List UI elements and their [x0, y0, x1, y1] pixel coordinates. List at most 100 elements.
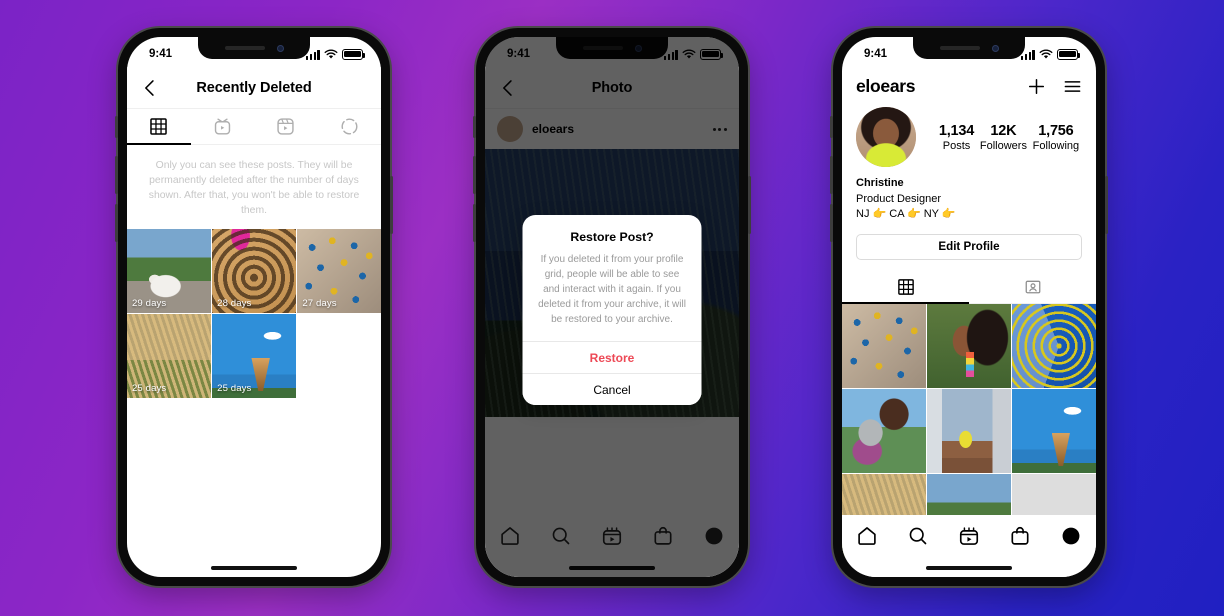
stat-value: 12K	[990, 122, 1017, 139]
profile-avatar-icon	[1062, 527, 1080, 545]
battery-icon	[342, 49, 366, 60]
dialog-body: Restore Post? If you deleted it from you…	[523, 215, 702, 341]
notch	[198, 37, 310, 59]
avatar[interactable]	[856, 107, 916, 167]
stories-circle-icon	[341, 118, 358, 135]
chevron-left-icon[interactable]	[140, 78, 160, 98]
home-indicator	[211, 566, 297, 570]
grid-post[interactable]: 25 days	[212, 314, 296, 399]
volume-down-button	[473, 204, 476, 242]
mute-switch	[115, 116, 118, 138]
grid-post[interactable]	[1012, 303, 1096, 388]
recently-deleted-notice: Only you can see these posts. They will …	[148, 160, 360, 217]
profile-stats: 1,134 Posts 12K Followers 1,756 Following	[930, 123, 1082, 152]
restore-post-dialog: Restore Post? If you deleted it from you…	[522, 215, 702, 405]
power-button	[390, 176, 393, 234]
search-icon	[909, 527, 927, 545]
page-title: Recently Deleted	[196, 79, 312, 96]
profile-header-actions	[1027, 77, 1082, 96]
tagged-icon	[1025, 280, 1040, 294]
grid-post[interactable]: 25 days	[127, 314, 211, 399]
phone1-screen: 9:41 Recently Deleted Only you can see t…	[127, 37, 381, 577]
profile-header: eloears	[842, 67, 1096, 101]
stat-value: 1,134	[938, 122, 975, 139]
tab-tagged[interactable]	[969, 271, 1096, 303]
screenshot-stage: 9:41 Recently Deleted Only you can see t…	[0, 0, 1224, 616]
home-indicator	[926, 566, 1012, 570]
tabbar-item-profile[interactable]	[1045, 525, 1096, 547]
status-indicators	[305, 49, 366, 60]
tab-reels[interactable]	[254, 109, 318, 144]
wifi-icon	[324, 49, 338, 59]
tab-grid[interactable]	[842, 271, 969, 304]
wifi-icon	[1039, 49, 1053, 59]
tabbar-item-shop[interactable]	[994, 525, 1045, 547]
profile-stat-followers[interactable]: 12K Followers	[980, 123, 1027, 152]
power-button	[1105, 176, 1108, 234]
dialog-title: Restore Post?	[570, 230, 654, 244]
battery-icon	[1057, 49, 1081, 60]
stat-label: Posts	[942, 139, 971, 152]
grid-post[interactable]: 29 days	[127, 229, 211, 313]
profile-summary-row: 1,134 Posts 12K Followers 1,756 Following	[842, 101, 1096, 167]
volume-up-button	[115, 156, 118, 194]
grid-icon	[150, 118, 168, 135]
status-time: 9:41	[864, 48, 888, 60]
phone3-screen: 9:41 eloears 1,134 Posts 12K Followers 1…	[842, 37, 1096, 577]
grid-post[interactable]	[842, 303, 926, 388]
profile-stat-posts[interactable]: 1,134 Posts	[939, 123, 974, 152]
volume-down-button	[115, 204, 118, 242]
igtv-icon	[214, 118, 230, 135]
profile-username[interactable]: eloears	[856, 76, 916, 97]
tab-grid[interactable]	[127, 109, 191, 145]
stat-label: Following	[1032, 139, 1080, 152]
notch	[913, 37, 1025, 59]
grid-post[interactable]	[1012, 389, 1096, 473]
days-remaining-label: 28 days	[217, 297, 252, 309]
profile-stat-following[interactable]: 1,756 Following	[1033, 123, 1079, 152]
tab-stories[interactable]	[318, 109, 382, 144]
days-remaining-label: 25 days	[217, 383, 252, 395]
grid-post[interactable]	[927, 303, 1011, 388]
tabbar-item-search[interactable]	[893, 525, 944, 547]
phone-photo-dialog: 9:41 Photo eloe	[473, 28, 751, 586]
bio-locations: NJ 👉 CA 👉 NY 👉	[856, 208, 956, 221]
grid-post[interactable]	[927, 389, 1011, 473]
reels-icon	[959, 527, 979, 545]
grid-post[interactable]	[842, 389, 926, 473]
earpiece-speaker	[939, 46, 980, 50]
plus-icon[interactable]	[1027, 77, 1046, 96]
recently-deleted-tabstrip	[127, 109, 381, 145]
days-remaining-label: 25 days	[132, 383, 167, 395]
dialog-message: If you deleted it from your profile grid…	[538, 254, 686, 325]
earpiece-speaker	[224, 46, 265, 50]
days-remaining-label: 27 days	[302, 297, 337, 309]
phone-recently-deleted: 9:41 Recently Deleted Only you can see t…	[115, 28, 393, 586]
status-indicators	[1020, 49, 1081, 60]
stat-value: 1,756	[1038, 122, 1074, 139]
shop-bag-icon	[1011, 527, 1029, 545]
phone2-screen: 9:41 Photo eloe	[485, 37, 739, 577]
phone1-navbar: Recently Deleted	[127, 67, 381, 109]
volume-down-button	[830, 204, 833, 242]
bio-role: Product Designer	[856, 192, 941, 205]
tabbar-item-home[interactable]	[842, 525, 893, 547]
grid-post[interactable]: 28 days	[212, 229, 296, 313]
edit-profile-button[interactable]: Edit Profile	[856, 233, 1082, 260]
reels-icon	[277, 118, 294, 135]
volume-up-button	[830, 156, 833, 194]
stat-label: Followers	[979, 139, 1027, 152]
hamburger-menu-icon[interactable]	[1063, 77, 1082, 96]
home-icon	[858, 527, 877, 545]
grid-icon	[897, 278, 914, 295]
cancel-button[interactable]: Cancel	[522, 373, 702, 405]
grid-post[interactable]: 27 days	[297, 229, 381, 313]
bio-name: Christine	[856, 177, 904, 189]
days-remaining-label: 29 days	[132, 297, 167, 309]
mute-switch	[830, 116, 833, 138]
tabbar-item-reels[interactable]	[944, 525, 995, 547]
status-time: 9:41	[149, 48, 173, 60]
tab-igtv[interactable]	[191, 109, 255, 144]
volume-up-button	[473, 156, 476, 194]
restore-button[interactable]: Restore	[522, 341, 702, 373]
